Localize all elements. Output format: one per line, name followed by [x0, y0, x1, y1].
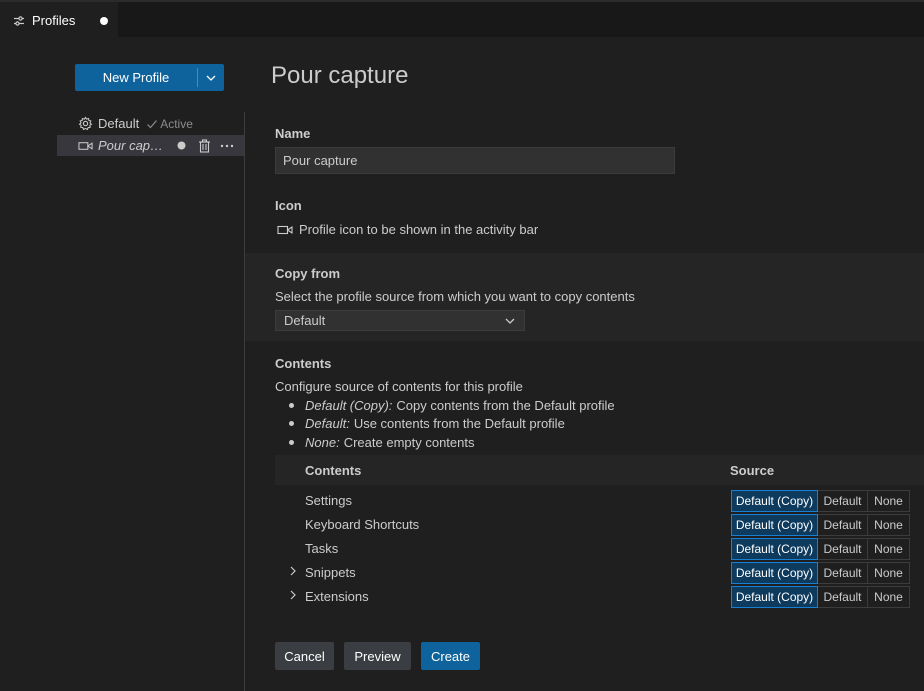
copy-from-select[interactable]: Default: [275, 310, 525, 331]
table-row: Settings Default (Copy) Default None: [275, 488, 924, 512]
legend-text: Copy contents from the Default profile: [396, 397, 615, 413]
editor-tab-bar: Profiles: [0, 0, 924, 39]
gear-icon: [77, 116, 93, 132]
profile-name: Pour capt...: [98, 138, 164, 153]
profile-name-input[interactable]: Pour capture: [275, 147, 675, 174]
source-segmented-control: Default (Copy) Default None: [731, 490, 910, 512]
contents-description: Configure source of contents for this pr…: [275, 379, 523, 394]
legend-term: None:: [305, 434, 340, 450]
table-row: Keyboard Shortcuts Default (Copy) Defaul…: [275, 512, 924, 536]
profile-item-default[interactable]: Default Active: [57, 113, 244, 134]
icon-picker[interactable]: Profile icon to be shown in the activity…: [277, 222, 538, 237]
copy-from-description: Select the profile source from which you…: [275, 289, 635, 304]
chevron-right-icon[interactable]: [288, 565, 298, 580]
column-header-contents: Contents: [305, 463, 362, 478]
option-default[interactable]: Default: [818, 586, 868, 608]
option-default-copy[interactable]: Default (Copy): [731, 586, 818, 608]
name-label: Name: [275, 126, 311, 141]
legend-text: Use contents from the Default profile: [353, 416, 565, 432]
option-none[interactable]: None: [868, 538, 910, 560]
option-default-copy[interactable]: Default (Copy): [731, 514, 818, 536]
unsaved-dot-icon[interactable]: [100, 17, 108, 25]
trash-icon[interactable]: [197, 138, 211, 153]
check-icon: [147, 119, 158, 128]
source-segmented-control: Default (Copy) Default None: [731, 538, 910, 560]
more-actions-icon[interactable]: [220, 139, 234, 153]
legend-text: Create empty contents: [343, 434, 475, 450]
profile-row-actions: [174, 138, 234, 153]
row-label: Extensions: [305, 589, 369, 604]
new-profile-label[interactable]: New Profile: [75, 64, 197, 91]
icon-label: Icon: [275, 198, 302, 213]
profile-item-pour-capture[interactable]: Pour capt...: [57, 135, 244, 156]
row-label: Tasks: [305, 541, 339, 556]
option-default[interactable]: Default: [818, 538, 868, 560]
list-item: Default: Use contents from the Default pr…: [289, 415, 615, 434]
column-header-source: Source: [730, 463, 775, 478]
profile-name: Default: [98, 116, 140, 131]
settings-sliders-icon: [12, 14, 26, 28]
copy-from-selected: Default: [284, 313, 326, 328]
option-none[interactable]: None: [868, 490, 910, 512]
option-default-copy[interactable]: Default (Copy): [731, 490, 818, 512]
icon-description: Profile icon to be shown in the activity…: [299, 222, 539, 237]
legend-term: Default (Copy):: [305, 397, 393, 413]
active-badge: Active: [146, 117, 193, 131]
preview-button[interactable]: Preview: [344, 642, 411, 670]
video-camera-icon[interactable]: [277, 224, 293, 236]
unsaved-dot-icon[interactable]: [174, 139, 188, 153]
option-none[interactable]: None: [868, 586, 910, 608]
table-row: Tasks Default (Copy) Default None: [275, 536, 924, 560]
option-default-copy[interactable]: Default (Copy): [731, 562, 818, 584]
contents-table-header: Contents Source: [275, 455, 924, 485]
create-button[interactable]: Create: [421, 642, 480, 670]
sidebar-divider[interactable]: [244, 112, 245, 691]
contents-legend-list: Default (Copy): Copy contents from the De…: [289, 396, 615, 452]
option-default[interactable]: Default: [818, 514, 868, 536]
source-segmented-control: Default (Copy) Default None: [731, 562, 910, 584]
cancel-button[interactable]: Cancel: [275, 642, 334, 670]
contents-label: Contents: [275, 356, 332, 371]
copy-from-label: Copy from: [275, 266, 340, 281]
chevron-down-icon: [504, 315, 516, 330]
page-title: Pour capture: [271, 62, 409, 89]
tab-label: Profiles: [32, 13, 76, 28]
active-badge-label: Active: [160, 116, 193, 131]
tab-profiles[interactable]: Profiles: [0, 2, 118, 39]
new-profile-button[interactable]: New Profile: [75, 64, 224, 91]
video-camera-icon: [77, 138, 93, 154]
table-row[interactable]: Extensions Default (Copy) Default None: [275, 584, 924, 608]
row-label: Keyboard Shortcuts: [305, 517, 420, 532]
option-default[interactable]: Default: [818, 490, 868, 512]
source-segmented-control: Default (Copy) Default None: [731, 586, 910, 608]
option-none[interactable]: None: [868, 514, 910, 536]
list-item: Default (Copy): Copy contents from the De…: [289, 396, 615, 415]
chevron-down-icon[interactable]: [198, 64, 224, 91]
option-default-copy[interactable]: Default (Copy): [731, 538, 818, 560]
legend-term: Default:: [305, 416, 350, 432]
table-row[interactable]: Snippets Default (Copy) Default None: [275, 560, 924, 584]
row-label: Snippets: [305, 565, 356, 580]
chevron-right-icon[interactable]: [288, 589, 298, 604]
option-default[interactable]: Default: [818, 562, 868, 584]
row-label: Settings: [305, 493, 352, 508]
source-segmented-control: Default (Copy) Default None: [731, 514, 910, 536]
option-none[interactable]: None: [868, 562, 910, 584]
list-item: None: Create empty contents: [289, 433, 615, 452]
